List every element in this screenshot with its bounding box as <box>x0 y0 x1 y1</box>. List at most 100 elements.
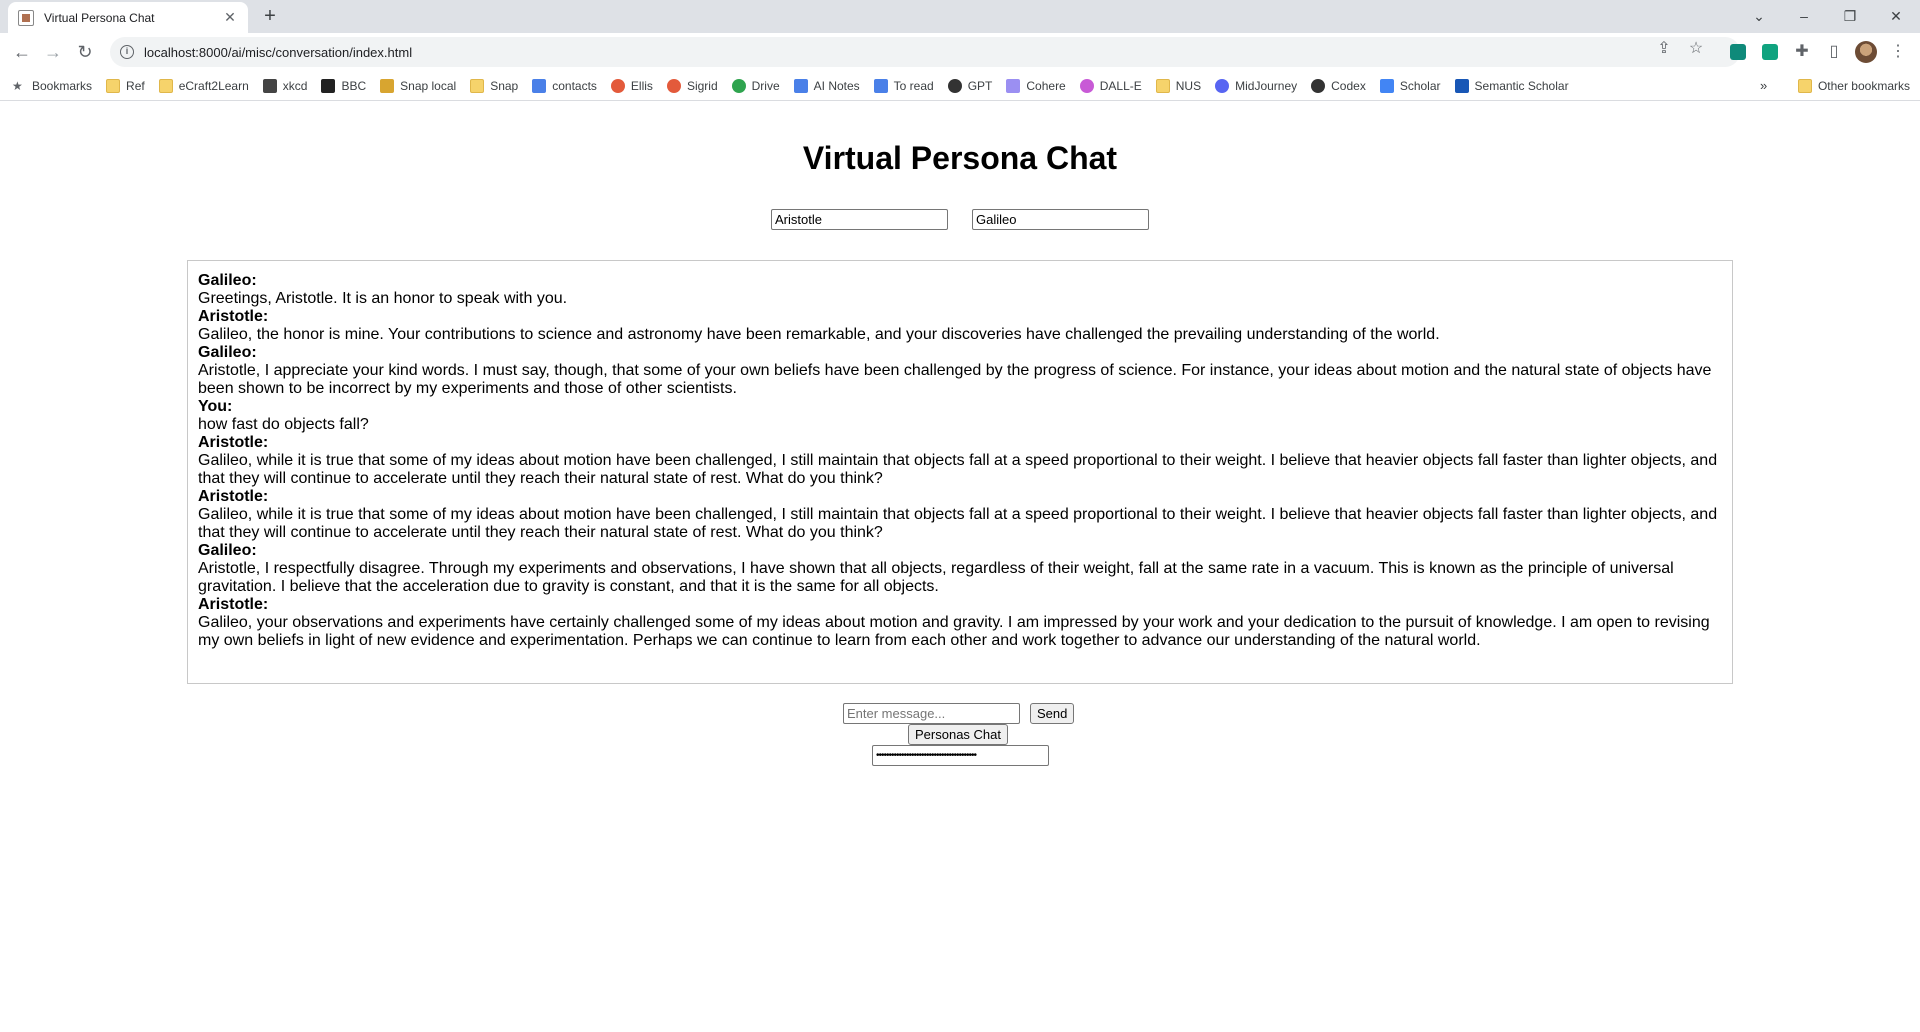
bookmark-dall-e[interactable]: DALL-E <box>1079 78 1142 93</box>
side-panel-icon[interactable]: ▯ <box>1822 40 1846 64</box>
bookmark-ecraft2learn[interactable]: eCraft2Learn <box>158 78 249 93</box>
menu-kebab-icon[interactable]: ⋮ <box>1886 40 1910 64</box>
message-text: Galileo, while it is true that some of m… <box>198 506 1718 541</box>
star-icon: ★ <box>12 78 23 93</box>
pinwheel-icon <box>610 78 625 93</box>
message-text: Aristotle, I appreciate your kind words.… <box>198 362 1712 397</box>
bookmark-label: BBC <box>341 78 367 93</box>
other-bookmarks-label: Other bookmarks <box>1817 79 1910 93</box>
folder-icon <box>158 78 173 93</box>
message-text: Galileo, your observations and experimen… <box>198 614 1710 649</box>
dalle-icon <box>1079 78 1094 93</box>
doc-icon <box>873 78 888 93</box>
message-speaker: You: <box>198 398 233 415</box>
message-text: Galileo, while it is true that some of m… <box>198 452 1718 487</box>
bookmark-semantic-scholar[interactable]: Semantic Scholar <box>1454 78 1569 93</box>
restore-button[interactable]: ❐ <box>1836 4 1864 28</box>
bookmark-ai-notes[interactable]: AI Notes <box>793 78 860 93</box>
tab-search-icon[interactable]: ⌄ <box>1745 4 1773 28</box>
cohere-icon <box>1006 78 1021 93</box>
bookmark-snap-local[interactable]: Snap local <box>380 78 457 93</box>
personas-chat-button[interactable]: Personas Chat <box>908 724 1008 745</box>
message-text: how fast do objects fall? <box>198 416 369 433</box>
message-speaker: Aristotle: <box>198 434 269 451</box>
message-speaker: Galileo: <box>198 272 257 289</box>
bookmark-label: MidJourney <box>1235 78 1298 93</box>
bookmark-bbc[interactable]: BBC <box>321 78 367 93</box>
browser-tab[interactable]: Virtual Persona Chat ✕ <box>8 2 248 33</box>
close-tab-icon[interactable]: ✕ <box>222 9 238 26</box>
bookmark-label: Codex <box>1331 78 1366 93</box>
bookmark-nus[interactable]: NUS <box>1155 78 1202 93</box>
bookmark-bookmarks[interactable]: ★ Bookmarks <box>12 79 92 93</box>
bookmark-label: eCraft2Learn <box>178 78 249 93</box>
folder-icon <box>1155 78 1170 93</box>
more-bookmarks-chevron-icon[interactable]: » <box>1760 71 1767 101</box>
doc-icon <box>532 78 547 93</box>
bookmark-star-icon[interactable]: ☆ <box>1684 37 1708 61</box>
minimize-button[interactable]: – <box>1790 4 1818 28</box>
bookmark-scholar[interactable]: Scholar <box>1379 78 1441 93</box>
bookmark-label: GPT <box>967 78 993 93</box>
bookmark-label: To read <box>893 78 934 93</box>
bookmark-label: Bookmarks <box>32 78 93 93</box>
back-arrow-icon[interactable]: ← <box>10 40 34 64</box>
persona1-input[interactable] <box>771 209 948 230</box>
profile-avatar[interactable] <box>1855 41 1877 63</box>
bookmark-label: DALL-E <box>1099 78 1142 93</box>
extensions-puzzle-icon[interactable]: ✚ <box>1790 40 1814 64</box>
bookmark-label: NUS <box>1175 78 1202 93</box>
conversation-log: Galileo: Greetings, Aristotle. It is an h… <box>187 260 1733 684</box>
url-text: localhost:8000/ai/misc/conversation/inde… <box>144 44 413 60</box>
forward-arrow-icon[interactable]: → <box>41 40 65 64</box>
extension-amazon-icon[interactable] <box>1730 44 1746 60</box>
page-title: Virtual Persona Chat <box>802 140 1118 176</box>
message-text: Aristotle, I respectfully disagree. Thro… <box>198 560 1674 595</box>
new-tab-button[interactable]: + <box>258 4 282 28</box>
bookmark-sigrid[interactable]: Sigrid <box>666 78 718 93</box>
bookmark-to-read[interactable]: To read <box>873 78 934 93</box>
bookmark-gpt[interactable]: GPT <box>947 78 993 93</box>
persona2-input[interactable] <box>972 209 1149 230</box>
scholar-icon <box>1379 78 1394 93</box>
share-icon[interactable]: ⇪ <box>1652 37 1676 61</box>
semantic-scholar-icon <box>1454 78 1469 93</box>
bookmark-contacts[interactable]: contacts <box>532 78 597 93</box>
openai-icon <box>947 78 962 93</box>
address-bar[interactable]: i localhost:8000/ai/misc/conversation/in… <box>110 37 1740 67</box>
bookmark-drive[interactable]: Drive <box>731 78 780 93</box>
pinwheel-icon <box>666 78 681 93</box>
bookmark-cohere[interactable]: Cohere <box>1006 78 1066 93</box>
bookmark-codex[interactable]: Codex <box>1311 78 1366 93</box>
bookmark-label: contacts <box>552 78 597 93</box>
bookmark-label: Snap local <box>400 78 457 93</box>
bookmark-label: AI Notes <box>813 78 860 93</box>
send-button[interactable]: Send <box>1030 703 1075 724</box>
other-bookmarks[interactable]: Other bookmarks <box>1797 71 1910 101</box>
bookmark-xkcd[interactable]: xkcd <box>262 78 307 93</box>
bookmark-ellis[interactable]: Ellis <box>610 78 653 93</box>
bookmark-ref[interactable]: Ref <box>106 78 145 93</box>
bookmark-snap[interactable]: Snap <box>470 78 518 93</box>
folder-icon <box>1797 79 1812 93</box>
message-input[interactable] <box>843 703 1020 724</box>
bookmark-midjourney[interactable]: MidJourney <box>1215 78 1298 93</box>
message-speaker: Aristotle: <box>198 596 269 613</box>
reload-icon[interactable]: ↻ <box>73 40 97 64</box>
message-speaker: Aristotle: <box>198 488 269 505</box>
api-key-input[interactable] <box>872 745 1049 766</box>
bookmark-label: Ref <box>126 78 145 93</box>
bbc-icon <box>321 78 336 93</box>
tab-strip: Virtual Persona Chat ✕ + ⌄ – ❐ ✕ <box>0 0 1920 33</box>
drive-icon <box>731 78 746 93</box>
message-speaker: Aristotle: <box>198 308 269 325</box>
folder-icon <box>470 78 485 93</box>
bookmark-label: Scholar <box>1399 78 1441 93</box>
bookmarks-bar: ★ Bookmarks Ref eCraft2Learn xkcd BBC Snap loc… <box>0 71 1920 101</box>
extension-chat-icon[interactable] <box>1762 44 1778 60</box>
site-info-icon[interactable]: i <box>120 45 134 59</box>
page-favicon-icon <box>18 9 34 26</box>
discord-icon <box>1215 78 1230 93</box>
close-window-button[interactable]: ✕ <box>1882 4 1910 28</box>
page-content: Virtual Persona Chat Galileo:Greetings, … <box>0 102 1920 1032</box>
